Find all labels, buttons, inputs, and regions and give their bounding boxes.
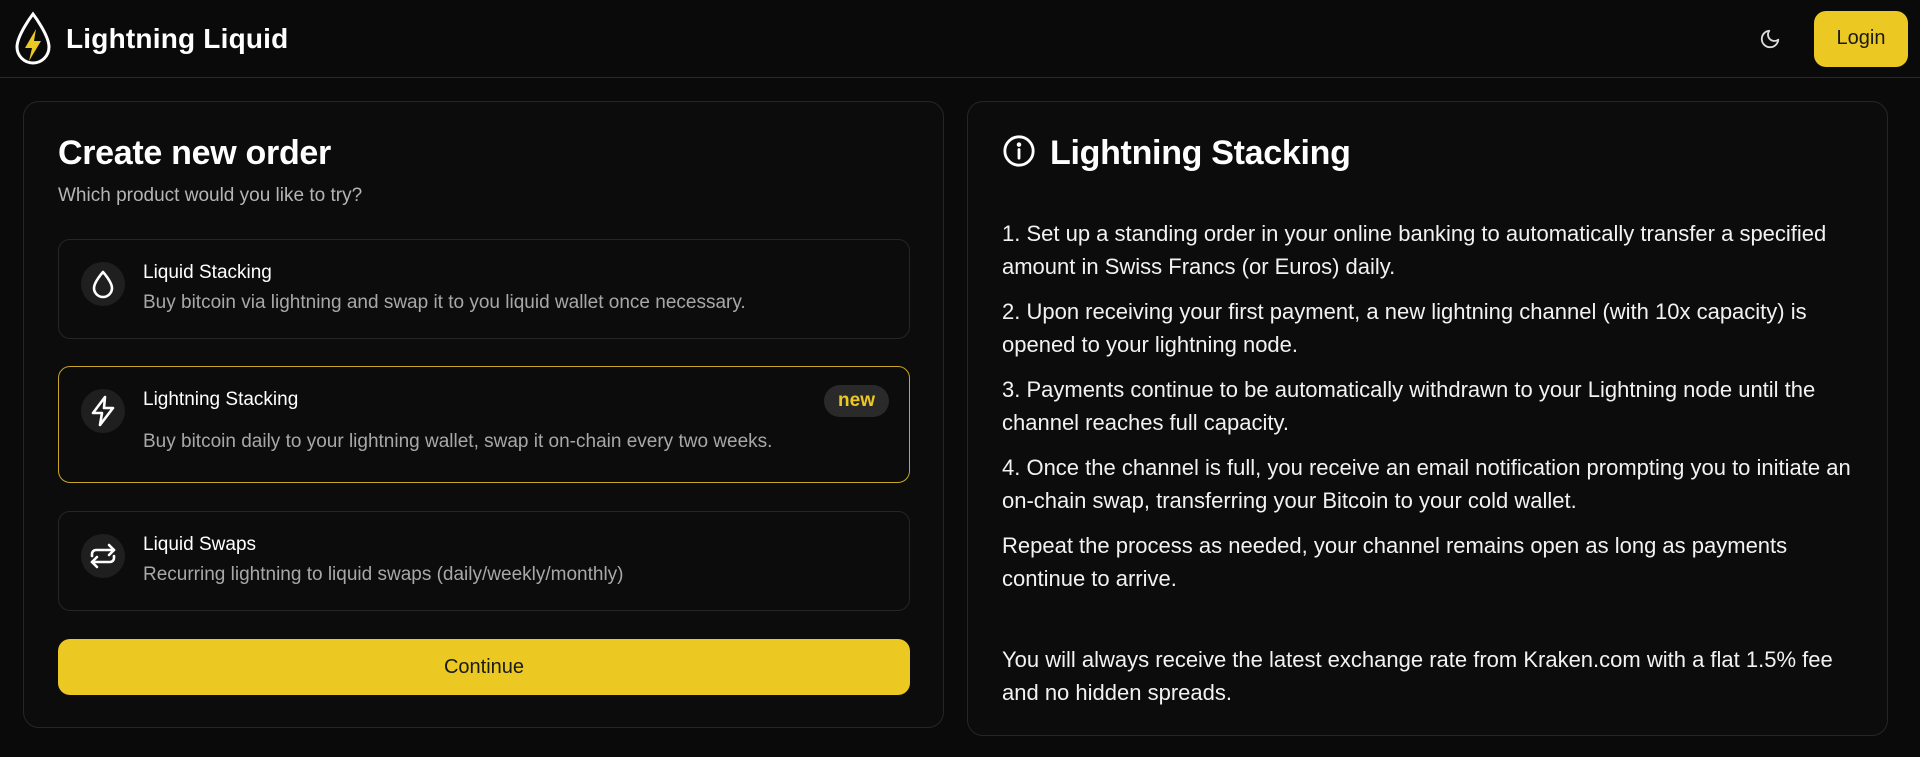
create-order-panel: Create new order Which product would you… [23, 101, 944, 728]
lightning-drop-logo-icon [12, 11, 54, 67]
header-actions: Login [1752, 10, 1908, 67]
info-step: 2. Upon receiving your first payment, a … [1002, 299, 1807, 357]
info-header: Lightning Stacking [1002, 134, 1853, 173]
product-name: Liquid Swaps [143, 534, 257, 555]
info-step: 4. Once the channel is full, you receive… [1002, 455, 1851, 513]
continue-button[interactable]: Continue [58, 639, 910, 695]
product-description: Buy bitcoin daily to your lightning wall… [143, 431, 773, 452]
order-title: Create new order [58, 134, 331, 172]
info-icon [1002, 134, 1036, 173]
info-step: 1. Set up a standing order in your onlin… [1002, 221, 1827, 279]
droplet-icon [81, 262, 125, 306]
product-description: Buy bitcoin via lightning and swap it to… [143, 292, 746, 313]
info-step: Repeat the process as needed, your chann… [1002, 533, 1788, 591]
product-text: Liquid Stacking Buy bitcoin via lightnin… [143, 260, 889, 314]
brand[interactable]: Lightning Liquid [12, 11, 288, 67]
product-info-panel: Lightning Stacking 1. Set up a standing … [967, 101, 1888, 736]
lightning-bolt-icon [81, 389, 125, 433]
info-title: Lightning Stacking [1050, 134, 1351, 172]
info-steps: 1. Set up a standing order in your onlin… [1002, 217, 1853, 595]
swap-arrows-icon [81, 534, 125, 578]
order-subtitle: Which product would you like to try? [58, 185, 363, 206]
top-nav-bar: Lightning Liquid Login [0, 0, 1920, 78]
new-badge: new [824, 385, 889, 417]
product-name: Lightning Stacking [143, 389, 299, 410]
product-name: Liquid Stacking [143, 262, 272, 283]
product-text: Liquid Swaps Recurring lightning to liqu… [143, 532, 889, 586]
product-option-lightning-stacking[interactable]: Lightning Stacking Buy bitcoin daily to … [58, 366, 910, 483]
info-footer-note: You will always receive the latest excha… [1002, 647, 1833, 705]
product-option-liquid-swaps[interactable]: Liquid Swaps Recurring lightning to liqu… [58, 511, 910, 611]
login-button[interactable]: Login [1814, 10, 1908, 67]
product-description: Recurring lightning to liquid swaps (dai… [143, 564, 624, 585]
brand-title: Lightning Liquid [66, 22, 289, 54]
info-step: 3. Payments continue to be automatically… [1002, 377, 1816, 435]
product-text: Lightning Stacking Buy bitcoin daily to … [143, 387, 824, 453]
moon-icon[interactable] [1752, 21, 1788, 57]
product-option-liquid-stacking[interactable]: Liquid Stacking Buy bitcoin via lightnin… [58, 239, 910, 339]
